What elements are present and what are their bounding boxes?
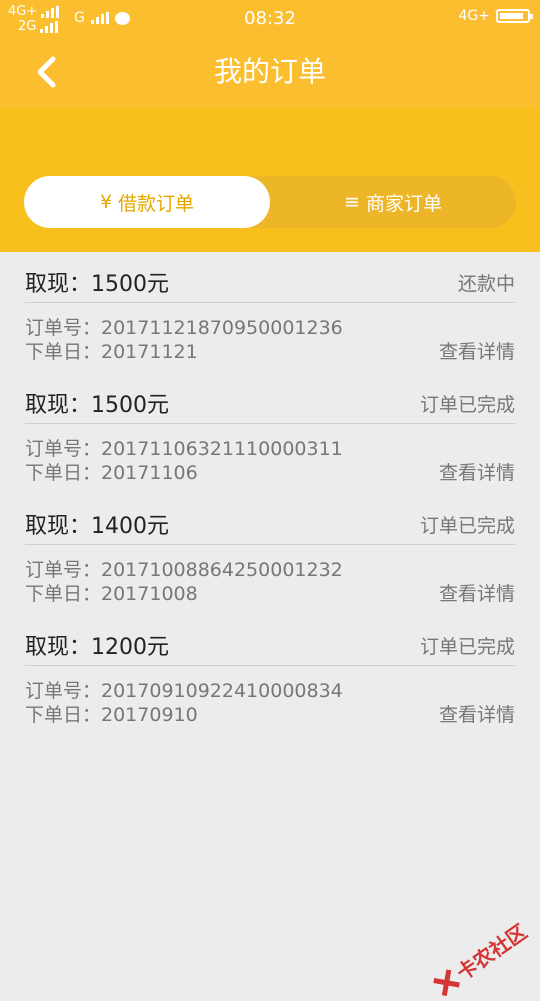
divider (25, 544, 515, 545)
view-details-link[interactable]: 查看详情 (439, 458, 515, 485)
yen-icon: ¥ (99, 191, 113, 213)
watermark-logo: 卡农社区 (429, 916, 532, 1001)
status-right: 4G+ (458, 8, 533, 24)
order-amount: 取现：1500元 (25, 393, 169, 418)
order-date: 下单日：20170910 (25, 704, 198, 726)
order-number: 订单号：20171008864250001232 (25, 559, 343, 581)
watermark-text: 卡农社区 (452, 919, 532, 986)
divider (25, 302, 515, 303)
order-item[interactable]: 取现：1500元 订单已完成 订单号：20171106321110000311 … (0, 373, 540, 494)
divider (25, 665, 515, 666)
tab-loan-orders[interactable]: ¥ 借款订单 (24, 176, 270, 228)
order-item[interactable]: 取现：1400元 订单已完成 订单号：20171008864250001232 … (0, 494, 540, 615)
order-number: 订单号：20170910922410000834 (25, 680, 343, 702)
view-details-link[interactable]: 查看详情 (439, 700, 515, 727)
order-number: 订单号：20171121870950001236 (25, 317, 343, 339)
order-item[interactable]: 取现：1200元 订单已完成 订单号：20170910922410000834 … (0, 615, 540, 736)
order-amount: 取现：1200元 (25, 635, 169, 660)
tab-label: 商家订单 (365, 192, 442, 215)
order-status: 还款中 (457, 273, 515, 295)
order-date: 下单日：20171106 (25, 462, 198, 484)
tab-area: ¥ 借款订单 ≡ 商家订单 (0, 108, 540, 252)
order-number: 订单号：20171106321110000311 (25, 438, 343, 460)
status-bar: 4G+ 2G G 08:32 4G+ (0, 0, 540, 38)
order-status: 订单已完成 (419, 394, 515, 416)
battery-icon (496, 9, 533, 23)
network-type-right: 4G+ (458, 8, 491, 24)
order-date: 下单日：20171008 (25, 583, 198, 605)
order-item[interactable]: 取现：1500元 还款中 订单号：20171121870950001236 下单… (0, 252, 540, 373)
divider (25, 423, 515, 424)
order-amount: 取现：1500元 (25, 272, 169, 297)
list-icon: ≡ (344, 191, 360, 213)
page-title: 我的订单 (213, 55, 326, 88)
order-status: 订单已完成 (419, 515, 515, 537)
order-amount: 取现：1400元 (25, 514, 169, 539)
order-tabs: ¥ 借款订单 ≡ 商家订单 (24, 176, 516, 228)
order-date: 下单日：20171121 (25, 341, 198, 363)
view-details-link[interactable]: 查看详情 (439, 337, 515, 364)
view-details-link[interactable]: 查看详情 (439, 579, 515, 606)
tab-label: 借款订单 (118, 192, 195, 215)
order-status: 订单已完成 (419, 636, 515, 658)
order-list: 取现：1500元 还款中 订单号：20171121870950001236 下单… (0, 252, 540, 736)
tab-merchant-orders[interactable]: ≡ 商家订单 (270, 176, 516, 228)
nav-bar: 我的订单 (0, 38, 540, 108)
